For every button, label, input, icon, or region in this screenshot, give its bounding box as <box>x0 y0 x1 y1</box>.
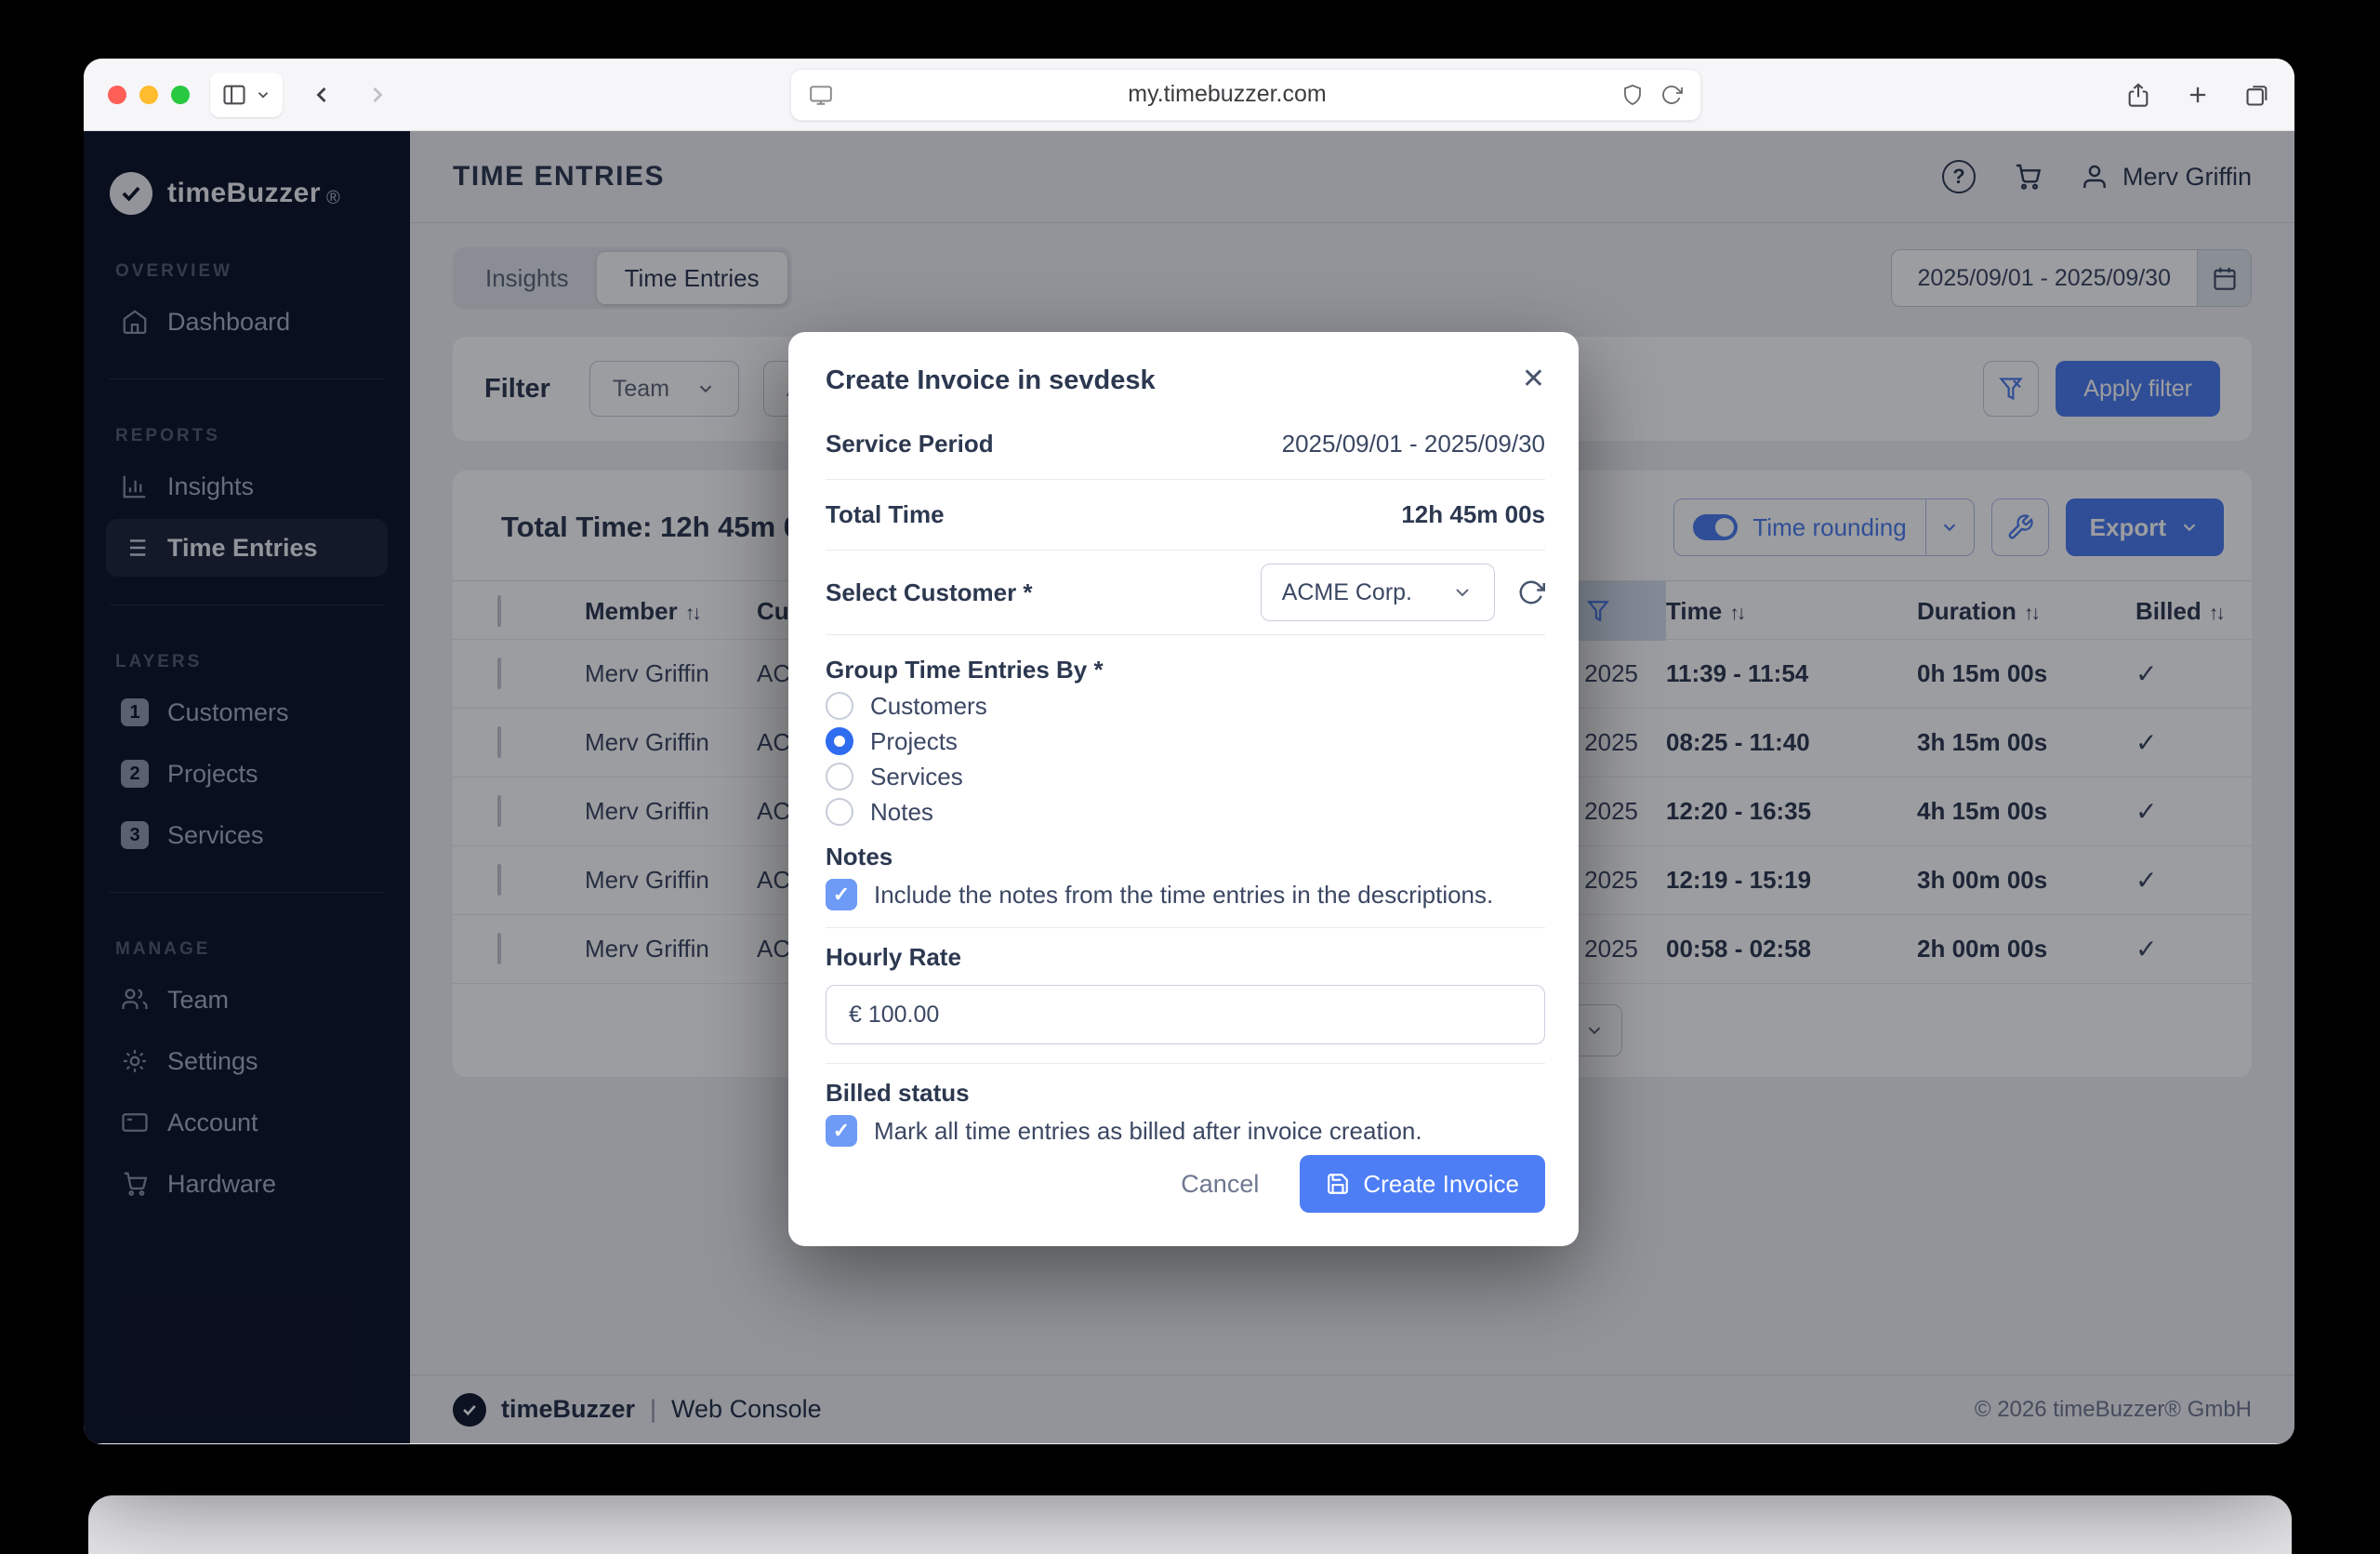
radio-selected-icon[interactable] <box>826 727 853 755</box>
mark-billed-checkbox-row[interactable]: ✓ Mark all time entries as billed after … <box>826 1115 1545 1147</box>
new-tab-icon[interactable] <box>2185 82 2211 108</box>
tab-overview-icon[interactable] <box>2244 82 2270 108</box>
share-icon[interactable] <box>2125 82 2151 108</box>
create-invoice-dialog: Create Invoice in sevdesk ✕ Service Peri… <box>788 332 1579 1246</box>
browser-window: my.timebuzzer.com timeBuzzer ® OVERVIEW … <box>84 59 2294 1444</box>
radio-icon[interactable] <box>826 692 853 720</box>
create-invoice-button[interactable]: Create Invoice <box>1300 1155 1545 1213</box>
radio-option-projects[interactable]: Projects <box>826 727 1545 755</box>
notes-section-label: Notes <box>826 843 893 870</box>
radio-label: Customers <box>870 691 987 720</box>
create-invoice-label: Create Invoice <box>1363 1169 1519 1198</box>
checkbox-label: Mark all time entries as billed after in… <box>874 1116 1422 1145</box>
service-period-value: 2025/09/01 - 2025/09/30 <box>1281 430 1545 458</box>
divider <box>826 550 1545 551</box>
hourly-rate-label: Hourly Rate <box>826 943 961 971</box>
divider <box>826 479 1545 480</box>
customer-select[interactable]: ACME Corp. <box>1260 564 1495 621</box>
dialog-title: Create Invoice in sevdesk <box>826 365 1156 395</box>
radio-label: Projects <box>870 726 958 755</box>
customer-select-value: ACME Corp. <box>1281 578 1412 605</box>
total-time-label: Total Time <box>826 500 945 528</box>
minimize-window-button[interactable] <box>139 85 158 104</box>
service-period-label: Service Period <box>826 430 994 458</box>
privacy-shield-icon[interactable] <box>1621 84 1644 106</box>
zoom-window-button[interactable] <box>171 85 190 104</box>
sidebar-toggle-button[interactable] <box>210 72 283 117</box>
radio-option-customers[interactable]: Customers <box>826 692 1545 720</box>
chevron-down-icon <box>255 86 271 103</box>
back-button[interactable] <box>309 82 335 108</box>
divider <box>826 1063 1545 1064</box>
checkbox-label: Include the notes from the time entries … <box>874 880 1494 909</box>
divider <box>826 927 1545 928</box>
app-content: timeBuzzer ® OVERVIEW Dashboard REPORTS … <box>84 131 2294 1443</box>
radio-label: Services <box>870 762 963 790</box>
radio-option-notes[interactable]: Notes <box>826 798 1545 826</box>
panel-left-icon <box>221 82 247 108</box>
refresh-icon[interactable] <box>1517 578 1545 606</box>
background-window <box>88 1495 2292 1554</box>
divider <box>826 634 1545 635</box>
reload-icon[interactable] <box>1660 84 1683 106</box>
chevron-down-icon <box>1451 581 1474 604</box>
close-icon[interactable]: ✕ <box>1522 365 1545 393</box>
cancel-button[interactable]: Cancel <box>1181 1170 1259 1199</box>
url-text: my.timebuzzer.com <box>1128 81 1327 107</box>
checkbox-checked-icon[interactable]: ✓ <box>826 879 857 910</box>
radio-label: Notes <box>870 797 933 826</box>
group-by-label: Group Time Entries By * <box>826 656 1104 684</box>
address-bar[interactable]: my.timebuzzer.com <box>790 68 1701 121</box>
include-notes-checkbox-row[interactable]: ✓ Include the notes from the time entrie… <box>826 879 1545 910</box>
forward-button[interactable] <box>364 82 390 108</box>
radio-icon[interactable] <box>826 763 853 790</box>
radio-option-services[interactable]: Services <box>826 763 1545 790</box>
hourly-rate-input[interactable] <box>826 985 1545 1044</box>
close-window-button[interactable] <box>108 85 126 104</box>
billed-status-label: Billed status <box>826 1079 970 1107</box>
total-time-value: 12h 45m 00s <box>1401 500 1545 528</box>
browser-toolbar: my.timebuzzer.com <box>84 59 2294 131</box>
traffic-lights <box>108 85 190 104</box>
save-icon <box>1326 1172 1350 1196</box>
page-icon <box>809 83 833 107</box>
select-customer-label: Select Customer * <box>826 578 1033 606</box>
checkbox-checked-icon[interactable]: ✓ <box>826 1115 857 1147</box>
radio-icon[interactable] <box>826 798 853 826</box>
